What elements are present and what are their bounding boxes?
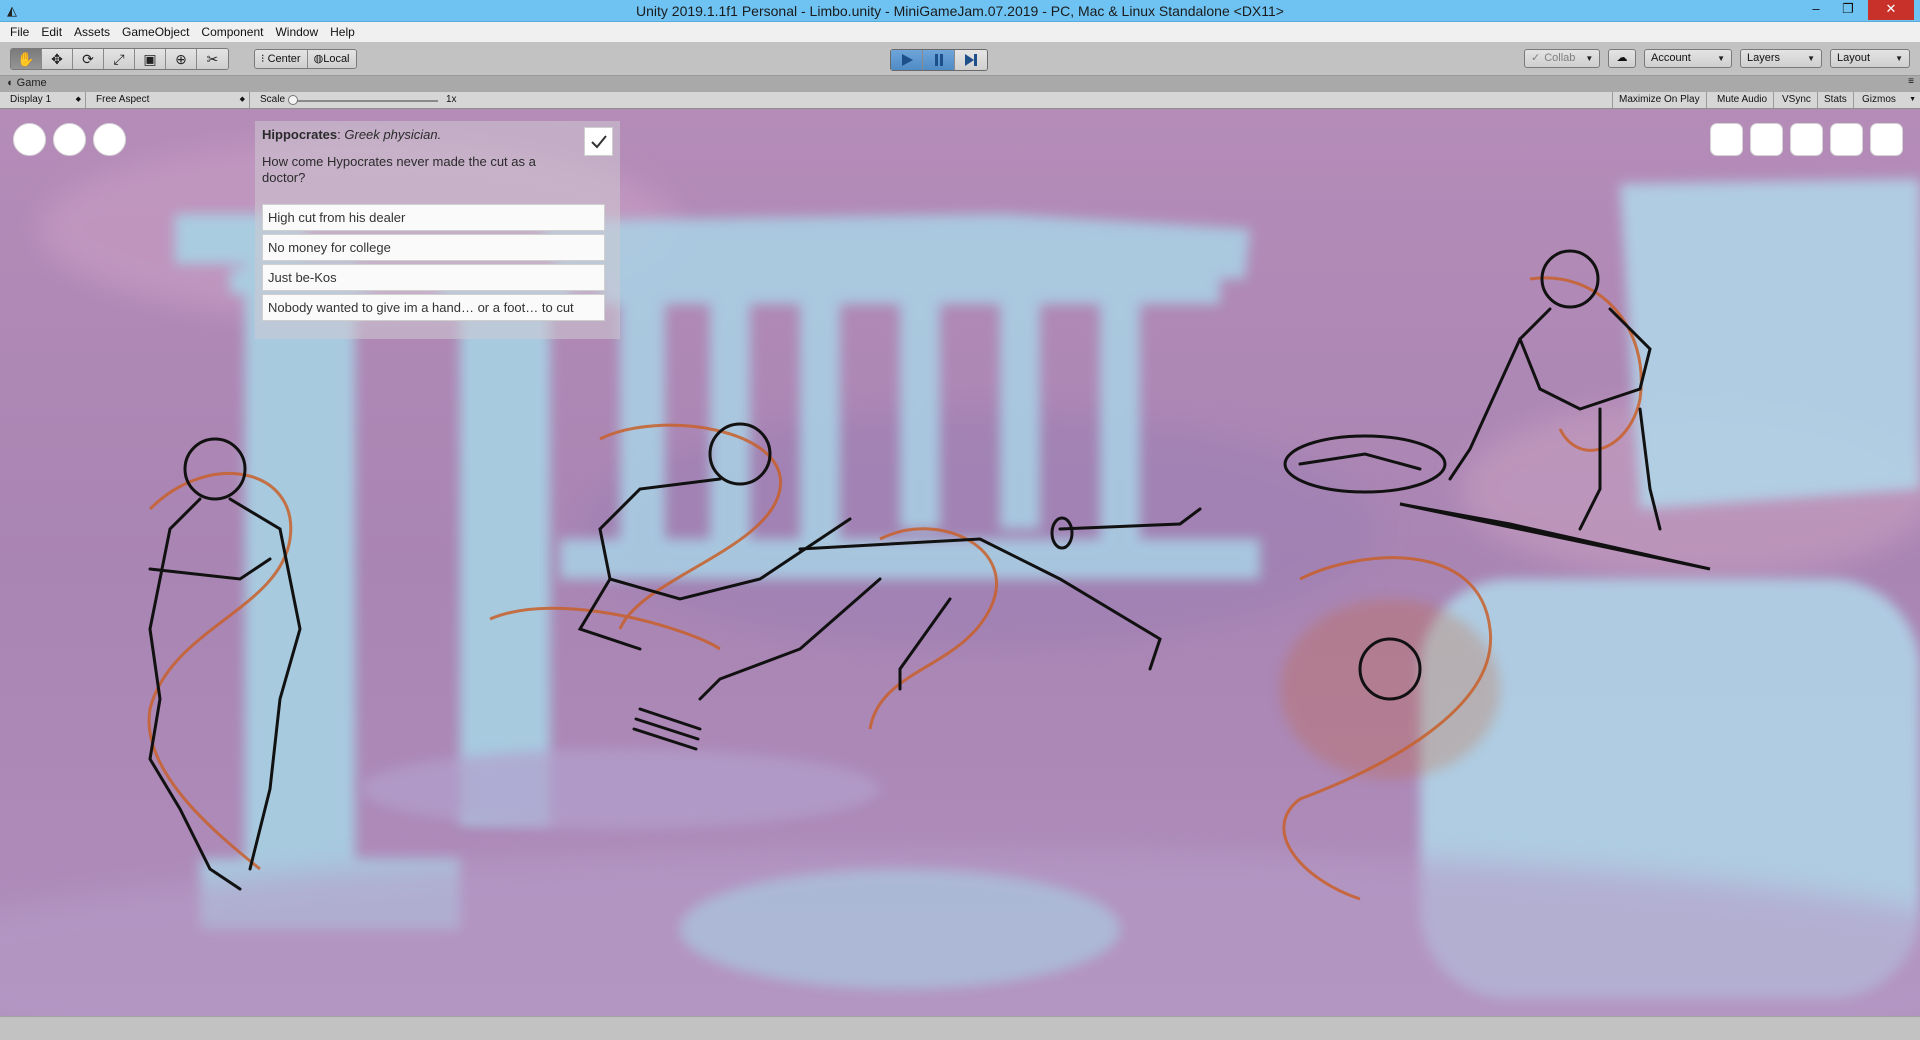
aspect-dropdown[interactable]: Free Aspect ◆	[90, 92, 250, 108]
menu-bar: File Edit Assets GameObject Component Wi…	[0, 22, 1920, 42]
step-button[interactable]	[955, 50, 987, 70]
pause-icon	[935, 54, 943, 66]
answer-option[interactable]: High cut from his dealer	[262, 204, 605, 231]
display-dropdown[interactable]: Display 1 ◆	[4, 92, 86, 108]
transform-tools: ✋ ✥ ⟳ ⤢ ▣ ⊕ ✂	[10, 48, 229, 70]
tab-game[interactable]: ◖ Game	[6, 77, 47, 89]
scale-slider-handle[interactable]	[288, 95, 298, 105]
cloud-button[interactable]: ☁	[1608, 49, 1636, 68]
transform-tool-icon[interactable]: ⊕	[166, 49, 197, 69]
step-icon	[965, 54, 977, 66]
restore-icon[interactable]: ❐	[1834, 0, 1862, 20]
stats-toggle[interactable]: Stats	[1818, 92, 1854, 108]
play-controls	[890, 49, 988, 71]
pivot-local-button[interactable]: ◍Local	[307, 50, 356, 68]
window-titlebar: ◭ Unity 2019.1.1f1 Personal - Limbo.unit…	[0, 0, 1920, 22]
status-bar	[0, 1016, 1920, 1040]
game-tab-bar: ◖ Game ≡	[0, 76, 1920, 92]
window-title: Unity 2019.1.1f1 Personal - Limbo.unity …	[636, 3, 1284, 19]
play-button[interactable]	[891, 50, 923, 70]
answer-list: High cut from his dealer No money for co…	[262, 204, 605, 324]
chevron-down-icon: ▼	[1717, 54, 1725, 63]
cloud-icon: ☁	[1616, 52, 1628, 64]
game-controller-icon: ◖	[6, 77, 13, 89]
inventory-slot[interactable]	[1790, 123, 1823, 156]
menu-help[interactable]: Help	[324, 25, 361, 39]
menu-component[interactable]: Component	[195, 25, 269, 39]
game-viewport[interactable]: Hippocrates: Greek physician. How come H…	[0, 109, 1920, 1016]
chevron-updown-icon: ◆	[239, 96, 245, 103]
rect-tool-icon[interactable]: ▣	[135, 49, 166, 69]
pause-button[interactable]	[923, 50, 955, 70]
scale-slider-track[interactable]	[290, 100, 438, 102]
rotate-tool-icon[interactable]: ⟳	[73, 49, 104, 69]
move-tool-icon[interactable]: ✥	[42, 49, 73, 69]
check-circle-icon: ✓	[1531, 52, 1541, 64]
menu-gameobject[interactable]: GameObject	[116, 25, 195, 39]
answer-option[interactable]: Nobody wanted to give im a hand… or a fo…	[262, 294, 605, 321]
account-dropdown[interactable]: Account ▼	[1644, 49, 1732, 68]
chevron-down-icon: ▼	[1909, 96, 1916, 103]
layers-dropdown[interactable]: Layers ▼	[1740, 49, 1822, 68]
hand-tool-icon[interactable]: ✋	[11, 49, 42, 69]
layout-dropdown[interactable]: Layout ▼	[1830, 49, 1910, 68]
minimize-icon[interactable]: –	[1802, 0, 1830, 20]
tab-menu-icon[interactable]: ≡	[1908, 76, 1914, 87]
answer-option[interactable]: No money for college	[262, 234, 605, 261]
scale-tool-icon[interactable]: ⤢	[104, 49, 135, 69]
dialog-question: How come Hypocrates never made the cut a…	[262, 154, 536, 185]
close-icon[interactable]: ✕	[1868, 0, 1914, 20]
mute-audio-toggle[interactable]: Mute Audio	[1711, 92, 1775, 108]
chevron-updown-icon: ◆	[75, 96, 81, 103]
game-view-options: Display 1 ◆ Free Aspect ◆ Scale 1x Maxim…	[0, 92, 1920, 109]
custom-tool-icon[interactable]: ✂	[197, 49, 228, 69]
dialog-speaker: Hippocrates: Greek physician.	[262, 127, 442, 142]
main-toolbar: ✋ ✥ ⟳ ⤢ ▣ ⊕ ✂ ⁝ Center ◍Local ✓ Collab ▼ ☁…	[0, 42, 1920, 76]
chevron-down-icon: ▼	[1807, 54, 1815, 63]
play-icon	[902, 54, 913, 66]
pivot-toggles: ⁝ Center ◍Local	[254, 49, 357, 69]
life-indicator	[93, 123, 126, 156]
dialog-panel: Hippocrates: Greek physician. How come H…	[255, 121, 620, 339]
inventory-slot[interactable]	[1830, 123, 1863, 156]
vsync-toggle[interactable]: VSync	[1776, 92, 1818, 108]
speaker-description: Greek physician.	[344, 127, 442, 142]
inventory-slot[interactable]	[1870, 123, 1903, 156]
confirm-button[interactable]	[584, 127, 613, 156]
menu-file[interactable]: File	[4, 25, 35, 39]
globe-icon: ◍	[313, 53, 324, 65]
life-indicator	[53, 123, 86, 156]
menu-assets[interactable]: Assets	[68, 25, 116, 39]
life-indicator	[13, 123, 46, 156]
menu-edit[interactable]: Edit	[35, 25, 68, 39]
chevron-down-icon: ▼	[1585, 54, 1594, 63]
menu-window[interactable]: Window	[269, 25, 324, 39]
checkmark-icon	[591, 135, 607, 149]
speaker-name: Hippocrates	[262, 127, 338, 142]
collab-dropdown[interactable]: ✓ Collab ▼	[1524, 49, 1600, 68]
gizmos-dropdown[interactable]: Gizmos ▼	[1856, 92, 1920, 108]
maximize-on-play-toggle[interactable]: Maximize On Play	[1612, 92, 1707, 108]
inventory-slot[interactable]	[1710, 123, 1743, 156]
chevron-down-icon: ▼	[1895, 54, 1903, 63]
inventory-slot[interactable]	[1750, 123, 1783, 156]
answer-option[interactable]: Just be-Kos	[262, 264, 605, 291]
pivot-center-button[interactable]: ⁝ Center	[255, 50, 308, 68]
right-toolbar: ✓ Collab ▼ ☁ Account ▼ Layers ▼ Layout ▼	[1524, 49, 1910, 69]
